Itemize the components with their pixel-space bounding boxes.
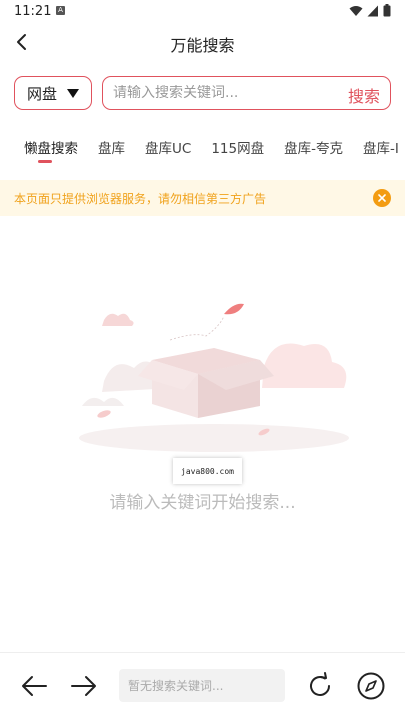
tab-label: 盘库UC — [145, 141, 192, 157]
page-title: 万能搜索 — [170, 36, 235, 55]
empty-box-illustration — [79, 303, 349, 452]
tab-label: 懒盘搜索 — [24, 141, 78, 157]
tab-lanpan-search[interactable]: 懒盘搜索 — [24, 137, 78, 163]
bottom-search-field[interactable]: 暂无搜索关键词... — [119, 669, 285, 702]
close-icon — [378, 194, 386, 202]
watermark-label: java800.com — [173, 458, 242, 484]
battery-icon — [383, 4, 391, 17]
tab-label: 115网盘 — [211, 141, 265, 157]
tab-115-pan[interactable]: 115网盘 — [211, 137, 264, 157]
bottom-search-placeholder: 暂无搜索关键词... — [128, 679, 224, 693]
tab-label: 盘库-I — [362, 141, 399, 157]
notice-banner: 本页面只提供浏览器服务，请勿相信第三方广告 — [0, 180, 405, 216]
tab-label: 盘库-夸克 — [284, 141, 343, 157]
notice-close-button[interactable] — [373, 189, 391, 207]
search-input[interactable] — [113, 85, 333, 101]
notification-icon: A — [56, 6, 65, 15]
active-tab-indicator — [38, 160, 52, 163]
notice-text: 本页面只提供浏览器服务，请勿相信第三方广告 — [14, 191, 267, 206]
search-button[interactable]: 搜索 — [348, 83, 380, 107]
arrow-left-icon[interactable] — [20, 674, 48, 698]
tab-panku-more[interactable]: 盘库-I — [363, 137, 399, 157]
tab-panku[interactable]: 盘库 — [98, 137, 125, 157]
wifi-icon — [349, 5, 363, 16]
search-box[interactable]: 搜索 — [102, 76, 391, 110]
status-time: 11:21 — [14, 4, 52, 19]
arrow-right-icon[interactable] — [70, 674, 98, 698]
tab-panku-quark[interactable]: 盘库-夸克 — [284, 137, 343, 157]
compass-icon[interactable] — [356, 671, 386, 701]
search-type-dropdown[interactable]: 网盘 — [14, 76, 92, 110]
signal-icon — [367, 5, 378, 16]
caret-down-icon — [67, 88, 79, 98]
empty-state-message: 请输入关键词开始搜索... — [109, 493, 296, 513]
tab-label: 盘库 — [98, 141, 125, 157]
source-tabs: 懒盘搜索 盘库 盘库UC 115网盘 盘库-夸克 盘库-I — [24, 137, 405, 163]
refresh-icon[interactable] — [305, 671, 335, 701]
status-icons — [349, 4, 391, 17]
search-type-value: 网盘 — [26, 84, 57, 103]
tab-panku-uc[interactable]: 盘库UC — [145, 137, 191, 157]
